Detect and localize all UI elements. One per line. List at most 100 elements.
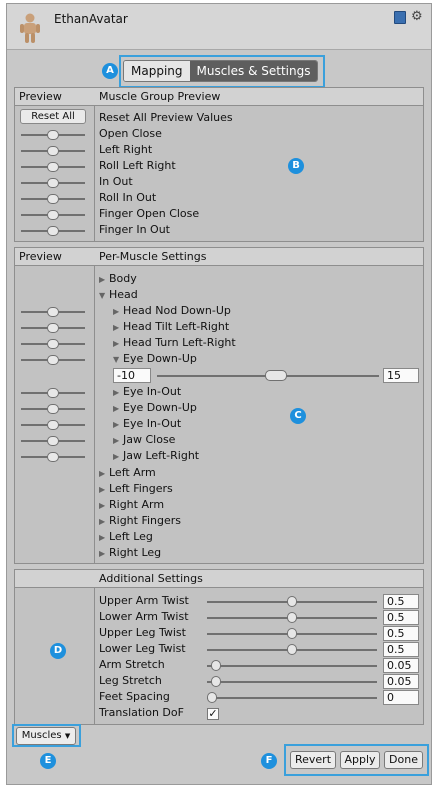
- setting-value-field[interactable]: 0.5: [383, 626, 419, 641]
- preview-slider[interactable]: [21, 420, 85, 430]
- avatar-icon: [20, 13, 40, 43]
- slider-knob[interactable]: [287, 644, 297, 655]
- foldout-head[interactable]: ▼ Head: [99, 288, 138, 301]
- preview-slider[interactable]: [21, 436, 85, 446]
- column-divider: [94, 248, 95, 563]
- slider-knob[interactable]: [47, 226, 59, 236]
- range-max-field[interactable]: 15: [383, 368, 419, 383]
- foldout-muscle[interactable]: ▶ Eye In-Out: [113, 385, 181, 398]
- foldout-collapsed-icon: ▶: [113, 452, 120, 461]
- slider-knob[interactable]: [47, 130, 59, 140]
- preview-slider[interactable]: [21, 452, 85, 462]
- callout-f: F: [261, 753, 277, 769]
- slider-knob[interactable]: [47, 146, 59, 156]
- foldout-muscle[interactable]: ▼ Eye Down-Up: [113, 352, 197, 365]
- preview-slider[interactable]: [21, 307, 85, 317]
- slider-knob[interactable]: [47, 323, 59, 333]
- setting-slider[interactable]: [207, 644, 377, 656]
- gear-icon[interactable]: ⚙: [411, 9, 423, 24]
- foldout-collapsed-icon: ▶: [113, 323, 120, 332]
- column-divider: [94, 570, 95, 724]
- setting-value-field[interactable]: 0.5: [383, 642, 419, 657]
- foldout-muscle[interactable]: ▶ Jaw Close: [113, 433, 175, 446]
- slider-knob[interactable]: [47, 339, 59, 349]
- reset-all-button[interactable]: Reset All: [20, 109, 86, 124]
- slider-knob[interactable]: [47, 178, 59, 188]
- setting-label: Feet Spacing: [99, 690, 170, 703]
- setting-label: Arm Stretch: [99, 658, 165, 671]
- preview-slider[interactable]: [21, 130, 85, 140]
- done-button[interactable]: Done: [384, 751, 423, 769]
- setting-slider[interactable]: [207, 612, 377, 624]
- preview-slider[interactable]: [21, 404, 85, 414]
- setting-slider[interactable]: [207, 628, 377, 640]
- foldout-muscle[interactable]: ▶ Jaw Left-Right: [113, 449, 199, 462]
- slider-knob[interactable]: [47, 404, 59, 414]
- revert-button[interactable]: Revert: [290, 751, 336, 769]
- tab-mapping[interactable]: Mapping: [124, 61, 190, 81]
- preview-slider[interactable]: [21, 355, 85, 365]
- tab-muscles-settings[interactable]: Muscles & Settings: [189, 61, 318, 81]
- foldout-muscle[interactable]: ▶ Eye In-Out: [113, 417, 181, 430]
- foldout-collapsed-icon: ▶: [99, 517, 106, 526]
- setting-slider[interactable]: [207, 660, 377, 672]
- slider-knob[interactable]: [47, 194, 59, 204]
- slider-knob[interactable]: [47, 388, 59, 398]
- slider-knob[interactable]: [47, 436, 59, 446]
- setting-value-field[interactable]: 0.05: [383, 658, 419, 673]
- setting-label: Leg Stretch: [99, 674, 162, 687]
- foldout-right-arm[interactable]: ▶ Right Arm: [99, 498, 164, 511]
- setting-value-field[interactable]: 0.05: [383, 674, 419, 689]
- setting-value-field[interactable]: 0: [383, 690, 419, 705]
- foldout-muscle[interactable]: ▶ Head Turn Left-Right: [113, 336, 236, 349]
- foldout-right-leg[interactable]: ▶ Right Leg: [99, 546, 161, 559]
- inspector-window: EthanAvatar ⚙ A Mapping Muscles & Settin…: [6, 3, 432, 785]
- slider-knob[interactable]: [47, 210, 59, 220]
- preview-slider[interactable]: [21, 194, 85, 204]
- preview-slider[interactable]: [21, 388, 85, 398]
- slider-knob[interactable]: [47, 355, 59, 365]
- foldout-muscle[interactable]: ▶ Eye Down-Up: [113, 401, 197, 414]
- slider-knob[interactable]: [210, 676, 221, 687]
- foldout-collapsed-icon: ▶: [113, 388, 120, 397]
- help-book-icon[interactable]: [394, 11, 406, 24]
- callout-c: C: [290, 408, 306, 424]
- list-item: Finger In Out: [99, 223, 170, 236]
- slider-knob[interactable]: [207, 692, 218, 703]
- setting-slider[interactable]: [207, 676, 377, 688]
- slider-knob[interactable]: [287, 612, 297, 623]
- preview-slider[interactable]: [21, 226, 85, 236]
- setting-slider[interactable]: [207, 596, 377, 608]
- foldout-muscle[interactable]: ▶ Head Tilt Left-Right: [113, 320, 229, 333]
- preview-slider[interactable]: [21, 178, 85, 188]
- dropdown-arrow-icon: ▼: [64, 732, 71, 740]
- preview-slider[interactable]: [21, 146, 85, 156]
- muscles-dropdown[interactable]: Muscles ▼: [16, 727, 76, 745]
- preview-slider[interactable]: [21, 162, 85, 172]
- slider-knob[interactable]: [287, 628, 297, 639]
- foldout-body[interactable]: ▶ Body: [99, 272, 137, 285]
- setting-value-field[interactable]: 0.5: [383, 594, 419, 609]
- setting-slider[interactable]: [207, 692, 377, 704]
- slider-knob[interactable]: [47, 420, 59, 430]
- range-slider[interactable]: [157, 370, 379, 382]
- foldout-left-fingers[interactable]: ▶ Left Fingers: [99, 482, 173, 495]
- preview-column-header: Preview: [19, 90, 62, 103]
- preview-slider[interactable]: [21, 210, 85, 220]
- foldout-muscle[interactable]: ▶ Head Nod Down-Up: [113, 304, 231, 317]
- preview-slider[interactable]: [21, 323, 85, 333]
- slider-knob[interactable]: [47, 452, 59, 462]
- slider-knob[interactable]: [47, 307, 59, 317]
- translation-dof-checkbox[interactable]: ✓: [207, 708, 219, 720]
- slider-knob[interactable]: [47, 162, 59, 172]
- slider-knob[interactable]: [210, 660, 221, 671]
- foldout-left-leg[interactable]: ▶ Left Leg: [99, 530, 153, 543]
- range-min-field[interactable]: -10: [113, 368, 151, 383]
- foldout-left-arm[interactable]: ▶ Left Arm: [99, 466, 156, 479]
- foldout-right-fingers[interactable]: ▶ Right Fingers: [99, 514, 181, 527]
- setting-value-field[interactable]: 0.5: [383, 610, 419, 625]
- range-slider-handle[interactable]: [265, 370, 287, 381]
- apply-button[interactable]: Apply: [340, 751, 380, 769]
- slider-knob[interactable]: [287, 596, 297, 607]
- preview-slider[interactable]: [21, 339, 85, 349]
